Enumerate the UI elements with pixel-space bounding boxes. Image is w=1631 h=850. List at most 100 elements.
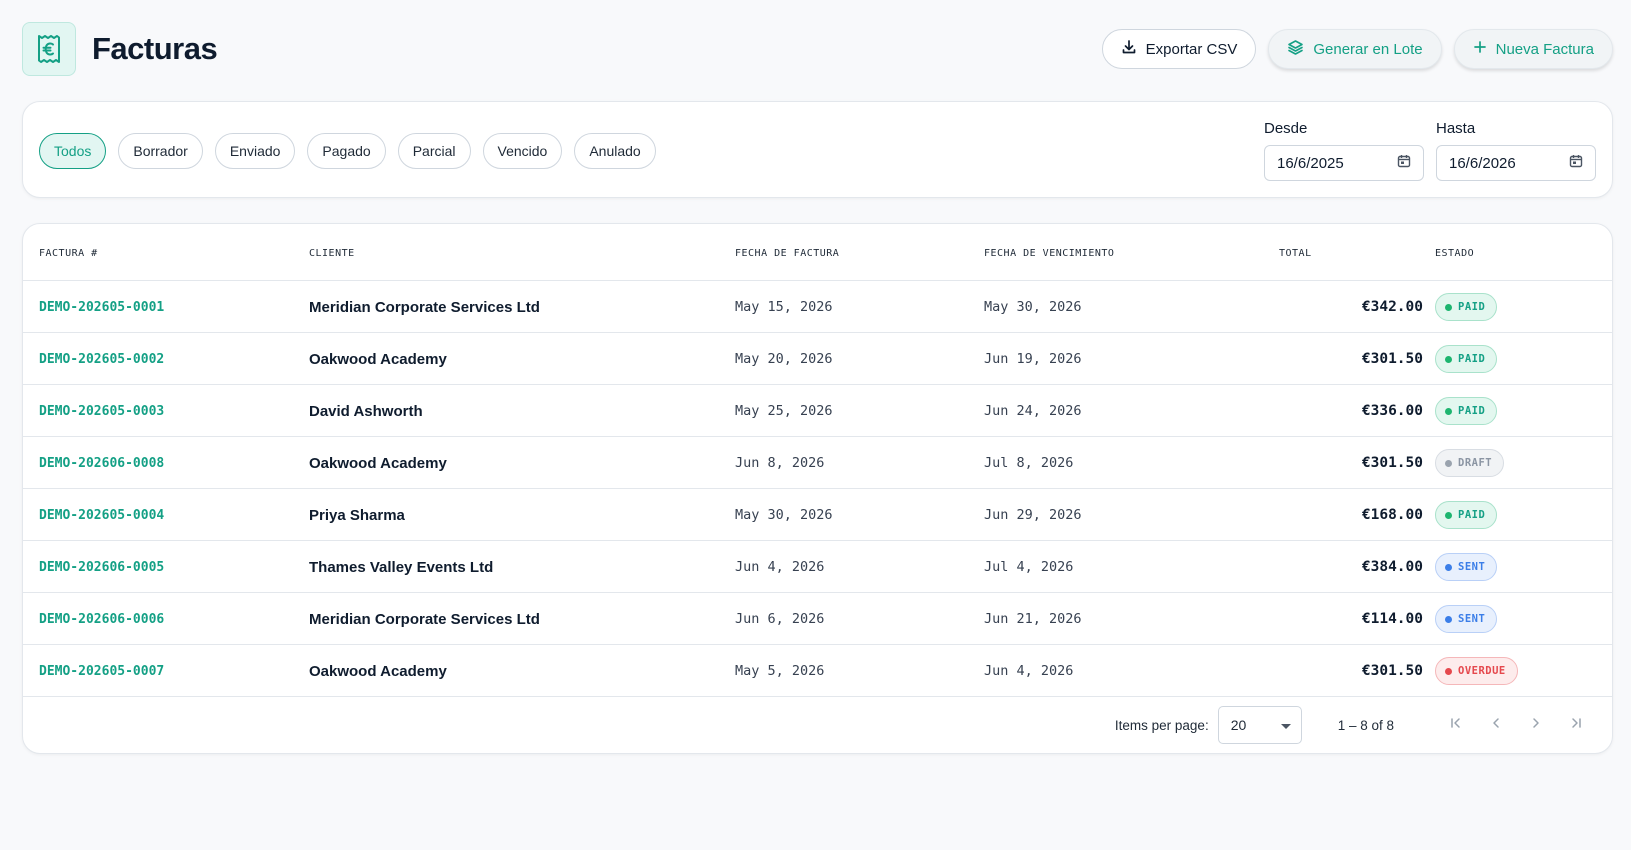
last-page-button[interactable]: [1556, 705, 1596, 745]
invoice-date: Jun 6, 2026: [735, 611, 825, 627]
client-name: Meridian Corporate Services Ltd: [309, 610, 540, 628]
date-from-value: 16/6/2025: [1277, 154, 1344, 172]
client-name: Priya Sharma: [309, 506, 405, 524]
invoice-number-link[interactable]: DEMO-202605-0004: [39, 489, 164, 541]
title-group: Facturas: [22, 22, 218, 76]
date-to-group: Hasta 16/6/2026: [1436, 120, 1596, 181]
invoice-number-link[interactable]: DEMO-202605-0001: [39, 281, 164, 333]
date-to-input[interactable]: 16/6/2026: [1436, 145, 1596, 181]
table-row[interactable]: DEMO-202605-0007 Oakwood Academy May 5, 20…: [23, 645, 1612, 697]
invoice-number-link[interactable]: DEMO-202605-0007: [39, 645, 164, 697]
batch-generate-button[interactable]: Generar en Lote: [1268, 29, 1442, 69]
chip-pagado[interactable]: Pagado: [307, 133, 386, 169]
calendar-icon[interactable]: [1397, 154, 1411, 172]
invoice-total: €384.00: [1361, 559, 1423, 575]
items-per-page-label: Items per page:: [1114, 717, 1209, 733]
calendar-icon[interactable]: [1569, 154, 1583, 172]
date-from-group: Desde 16/6/2025: [1264, 120, 1424, 181]
column-header-invoice-date[interactable]: FECHA DE FACTURA: [735, 248, 839, 259]
status-badge: PAID: [1435, 397, 1498, 425]
invoice-total: €168.00: [1361, 507, 1423, 523]
invoice-number-link[interactable]: DEMO-202605-0003: [39, 385, 164, 437]
previous-page-button[interactable]: [1476, 705, 1516, 745]
invoice-total: €301.50: [1361, 351, 1423, 367]
next-page-button[interactable]: [1516, 705, 1556, 745]
chip-anulado[interactable]: Anulado: [574, 133, 656, 169]
first-page-button[interactable]: [1436, 705, 1476, 745]
client-name: Oakwood Academy: [309, 454, 447, 472]
column-header-client[interactable]: CLIENTE: [309, 248, 355, 259]
invoice-total: €301.50: [1361, 455, 1423, 471]
due-date: Jun 24, 2026: [984, 403, 1082, 419]
invoices-table: FACTURA # CLIENTE FECHA DE FACTURA FECHA…: [22, 223, 1613, 754]
status-cell: PAID: [1435, 333, 1498, 385]
caret-down-icon: [1280, 717, 1291, 733]
status-label: OVERDUE: [1458, 665, 1506, 677]
due-date: Jun 29, 2026: [984, 507, 1082, 523]
status-label: DRAFT: [1458, 457, 1493, 469]
invoice-number-link[interactable]: DEMO-202605-0002: [39, 333, 164, 385]
status-label: PAID: [1458, 353, 1486, 365]
invoice-date: May 30, 2026: [735, 507, 833, 523]
client-name: Thames Valley Events Ltd: [309, 558, 494, 576]
export-csv-label: Exportar CSV: [1145, 40, 1238, 58]
client-name: Meridian Corporate Services Ltd: [309, 298, 540, 316]
status-badge: PAID: [1435, 501, 1498, 529]
status-label: SENT: [1458, 561, 1486, 573]
euro-receipt-icon: [22, 22, 76, 76]
status-badge: PAID: [1435, 345, 1498, 373]
column-header-status[interactable]: ESTADO: [1435, 248, 1474, 259]
status-cell: OVERDUE: [1435, 645, 1518, 697]
status-badge: PAID: [1435, 293, 1498, 321]
items-per-page-value: 20: [1230, 717, 1247, 733]
chip-parcial[interactable]: Parcial: [397, 133, 471, 169]
invoice-number-link[interactable]: DEMO-202606-0006: [39, 593, 164, 645]
chevron-left-icon: [1490, 716, 1502, 734]
invoice-number-link[interactable]: DEMO-202606-0005: [39, 541, 164, 593]
table-row[interactable]: DEMO-202605-0004 Priya Sharma May 30, 2026…: [23, 489, 1612, 541]
first-page-icon: [1450, 716, 1462, 734]
last-page-icon: [1570, 716, 1582, 734]
date-to-value: 16/6/2026: [1449, 154, 1516, 172]
table-row[interactable]: DEMO-202606-0006 Meridian Corporate Servi…: [23, 593, 1612, 645]
status-dot-icon: [1445, 407, 1452, 415]
items-per-page-select[interactable]: 20: [1217, 706, 1302, 744]
client-name: Oakwood Academy: [309, 350, 447, 368]
due-date: Jun 4, 2026: [984, 663, 1074, 679]
invoice-date: Jun 8, 2026: [735, 455, 825, 471]
column-header-number[interactable]: FACTURA #: [39, 248, 98, 259]
layers-icon: [1287, 39, 1304, 60]
chip-borrador[interactable]: Borrador: [118, 133, 203, 169]
invoice-total: €336.00: [1361, 403, 1423, 419]
export-csv-button[interactable]: Exportar CSV: [1101, 29, 1257, 69]
column-header-total[interactable]: TOTAL: [1279, 248, 1312, 259]
header-actions: Exportar CSV Generar en Lote Nueva Factu…: [1101, 29, 1613, 69]
status-dot-icon: [1445, 615, 1452, 623]
table-row[interactable]: DEMO-202605-0002 Oakwood Academy May 20, 2…: [23, 333, 1612, 385]
column-header-due-date[interactable]: FECHA DE VENCIMIENTO: [984, 248, 1114, 259]
invoice-number-link[interactable]: DEMO-202606-0008: [39, 437, 164, 489]
status-dot-icon: [1445, 563, 1452, 571]
chip-vencido[interactable]: Vencido: [482, 133, 563, 169]
new-invoice-button[interactable]: Nueva Factura: [1453, 29, 1613, 69]
chip-todos[interactable]: Todos: [39, 133, 107, 169]
status-label: SENT: [1458, 613, 1486, 625]
invoice-total: €301.50: [1361, 663, 1423, 679]
status-cell: SENT: [1435, 541, 1498, 593]
due-date: Jul 4, 2026: [984, 559, 1074, 575]
new-invoice-label: Nueva Factura: [1495, 40, 1594, 58]
download-icon: [1121, 39, 1137, 59]
status-badge: DRAFT: [1435, 449, 1505, 477]
table-row[interactable]: DEMO-202605-0003 David Ashworth May 25, 20…: [23, 385, 1612, 437]
due-date: Jun 21, 2026: [984, 611, 1082, 627]
table-row[interactable]: DEMO-202605-0001 Meridian Corporate Servi…: [23, 281, 1612, 333]
chevron-right-icon: [1530, 716, 1542, 734]
date-from-input[interactable]: 16/6/2025: [1264, 145, 1424, 181]
invoice-total: €342.00: [1361, 299, 1423, 315]
status-dot-icon: [1445, 303, 1452, 311]
table-row[interactable]: DEMO-202606-0008 Oakwood Academy Jun 8, 20…: [23, 437, 1612, 489]
status-filter-chips: Todos Borrador Enviado Pagado Parcial Ve…: [39, 133, 656, 169]
paginator: Items per page: 20 1 – 8 of 8: [23, 697, 1612, 753]
chip-enviado[interactable]: Enviado: [214, 133, 296, 169]
table-row[interactable]: DEMO-202606-0005 Thames Valley Events Ltd…: [23, 541, 1612, 593]
